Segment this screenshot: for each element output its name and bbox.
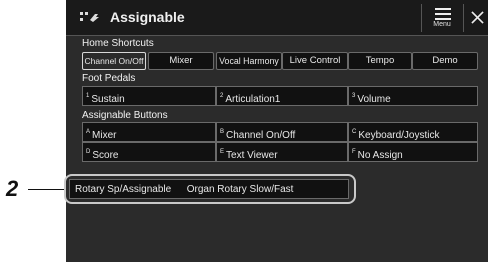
assignable-icon (80, 12, 99, 22)
button-value: Channel On/Off (226, 130, 296, 141)
button-letter: D (86, 149, 91, 155)
assignable-button-c[interactable]: C Keyboard/Joystick (348, 122, 478, 142)
button-value: Score (92, 150, 119, 161)
shortcut-vocal-harmony[interactable]: Vocal Harmony (216, 52, 282, 70)
assignable-button-d[interactable]: D Score (82, 142, 216, 162)
button-letter: F (352, 149, 356, 155)
button-letter: C (352, 129, 357, 135)
pedal-number: 2 (220, 93, 224, 99)
assignable-button-b[interactable]: B Channel On/Off (216, 122, 348, 142)
foot-pedal-3[interactable]: 3 Volume (348, 86, 478, 106)
window-title: Assignable (110, 9, 185, 25)
foot-pedal-1[interactable]: 1 Sustain (82, 86, 216, 106)
assignable-button-a[interactable]: A Mixer (82, 122, 216, 142)
button-value: Keyboard/Joystick (358, 130, 440, 141)
foot-pedals-label: Foot Pedals (82, 73, 136, 84)
button-value: No Assign (357, 150, 403, 161)
shortcut-tempo[interactable]: Tempo (348, 52, 412, 70)
shortcut-demo[interactable]: Demo (412, 52, 478, 70)
assignable-button-f[interactable]: F No Assign (348, 142, 478, 162)
shortcut-channel-on-off[interactable]: Channel On/Off (82, 52, 146, 70)
shortcut-live-control[interactable]: Live Control (282, 52, 348, 70)
pedal-value: Sustain (91, 94, 125, 105)
button-value: Mixer (92, 130, 117, 141)
callout-highlight (64, 174, 356, 204)
menu-icon (435, 8, 451, 20)
shortcut-mixer[interactable]: Mixer (148, 52, 214, 70)
button-value: Text Viewer (226, 150, 278, 161)
pedal-value: Volume (357, 94, 391, 105)
home-shortcuts-label: Home Shortcuts (82, 38, 154, 49)
title-bar: Assignable Menu (66, 0, 488, 36)
callout-number: 2 (6, 176, 19, 201)
assignable-button-e[interactable]: E Text Viewer (216, 142, 348, 162)
pedal-value: Articulation1 (225, 94, 281, 105)
assignable-screen: Assignable Menu Home Shortcuts Channel O… (66, 0, 488, 262)
button-letter: A (86, 129, 91, 135)
pedal-number: 3 (352, 93, 356, 99)
close-icon (471, 11, 484, 24)
button-letter: B (220, 129, 225, 135)
menu-label: Menu (433, 21, 451, 28)
foot-pedal-2[interactable]: 2 Articulation1 (216, 86, 348, 106)
close-button[interactable] (463, 4, 488, 32)
callout-line (28, 189, 64, 190)
menu-button[interactable]: Menu (421, 4, 461, 32)
button-letter: E (220, 149, 225, 155)
pedal-number: 1 (86, 93, 90, 99)
assignable-buttons-label: Assignable Buttons (82, 110, 168, 121)
